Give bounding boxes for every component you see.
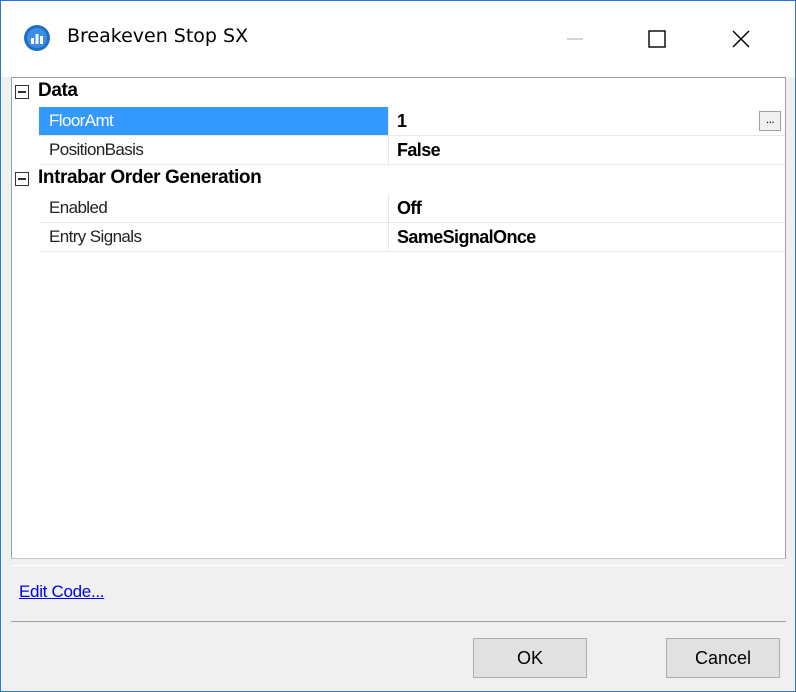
property-row-enabled[interactable]: Enabled Off — [12, 194, 785, 223]
minimize-icon — [567, 38, 583, 40]
property-value-text[interactable]: 1 — [397, 111, 407, 131]
window-title: Breakeven Stop SX — [67, 25, 249, 47]
maximize-button[interactable] — [625, 1, 689, 77]
collapse-icon[interactable] — [15, 172, 29, 186]
close-button[interactable] — [709, 1, 773, 77]
minimize-button[interactable] — [543, 1, 607, 77]
property-row-entrysignals[interactable]: Entry Signals SameSignalOnce — [12, 223, 785, 252]
close-icon — [732, 30, 750, 48]
footer-divider — [11, 621, 786, 622]
property-name[interactable]: Entry Signals — [39, 223, 388, 251]
title-bar[interactable]: Breakeven Stop SX — [1, 1, 795, 77]
maximize-icon — [648, 30, 666, 48]
collapse-icon[interactable] — [15, 85, 29, 99]
category-row-data[interactable]: Data — [12, 78, 785, 107]
edit-code-link[interactable]: Edit Code... — [19, 582, 105, 602]
property-grid[interactable]: Data FloorAmt 1 ... PositionBasis False … — [11, 77, 786, 559]
ok-button[interactable]: OK — [473, 638, 587, 678]
row-divider — [39, 251, 785, 252]
edit-code-panel: Edit Code... — [11, 565, 786, 616]
category-label: Intrabar Order Generation — [38, 167, 262, 188]
category-row-intrabar[interactable]: Intrabar Order Generation — [12, 165, 785, 194]
property-row-positionbasis[interactable]: PositionBasis False — [12, 136, 785, 165]
app-icon — [24, 25, 50, 51]
category-label: Data — [38, 80, 78, 101]
property-row-flooramt[interactable]: FloorAmt 1 ... — [12, 107, 785, 136]
ellipsis-button[interactable]: ... — [759, 111, 781, 131]
property-value[interactable]: False — [389, 136, 785, 164]
property-value[interactable]: SameSignalOnce — [389, 223, 785, 251]
property-value[interactable]: Off — [389, 194, 785, 222]
dialog-window: Breakeven Stop SX Data FloorAmt 1 ... Po… — [0, 0, 796, 692]
property-name[interactable]: FloorAmt — [39, 107, 388, 135]
property-name[interactable]: Enabled — [39, 194, 388, 222]
property-name[interactable]: PositionBasis — [39, 136, 388, 164]
property-value[interactable]: 1 ... — [389, 107, 785, 135]
cancel-button[interactable]: Cancel — [666, 638, 780, 678]
